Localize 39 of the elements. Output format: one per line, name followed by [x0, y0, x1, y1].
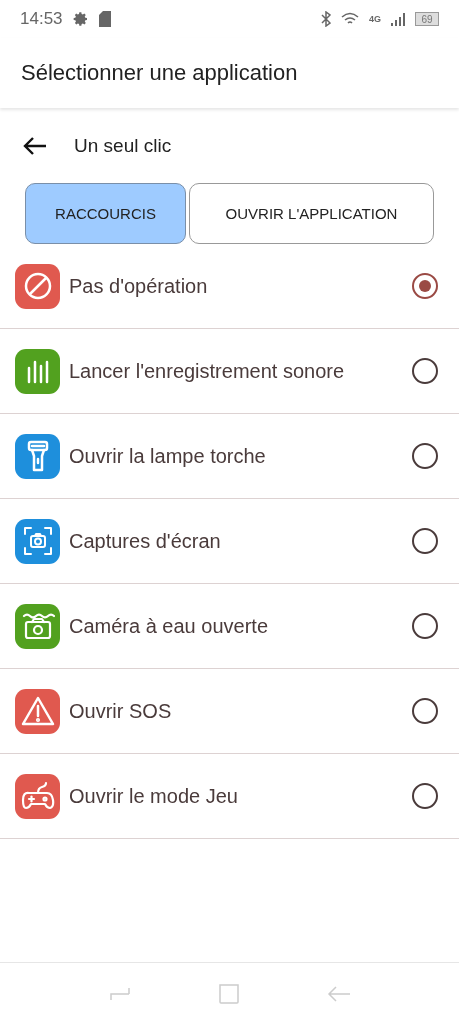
settings-icon	[72, 11, 89, 27]
radio-button[interactable]	[412, 443, 438, 469]
option-row[interactable]: Lancer l'enregistrement sonore	[0, 329, 459, 414]
network-type: 4G	[369, 14, 381, 24]
section-title: Un seul clic	[74, 134, 172, 157]
option-label: Pas d'opération	[69, 274, 209, 298]
flashlight-icon	[25, 440, 50, 472]
option-row[interactable]: Ouvrir la lampe torche	[0, 414, 459, 499]
option-label: Caméra à eau ouverte	[69, 614, 269, 638]
status-time: 14:53	[20, 9, 63, 29]
option-label: Ouvrir SOS	[69, 699, 173, 723]
signal-icon	[391, 12, 405, 26]
option-label: Captures d'écran	[69, 529, 222, 553]
option-row[interactable]: Pas d'opération	[0, 244, 459, 329]
wifi-icon	[341, 12, 359, 26]
radio-button[interactable]	[412, 613, 438, 639]
option-row[interactable]: Ouvrir SOS	[0, 669, 459, 754]
tab[interactable]: RACCOURCIS	[25, 183, 186, 244]
radio-button[interactable]	[412, 358, 438, 384]
option-label: Ouvrir la lampe torche	[69, 444, 267, 468]
gamepad-icon	[20, 780, 55, 812]
page-title: Sélectionner une application	[21, 60, 298, 86]
option-label: Lancer l'enregistrement sonore	[69, 359, 346, 383]
sim-card-icon	[98, 11, 111, 27]
forbidden-icon	[22, 271, 53, 301]
radio-button[interactable]	[412, 273, 438, 299]
screenshot-icon	[21, 525, 54, 557]
radio-button[interactable]	[412, 783, 438, 809]
warning-icon	[20, 695, 55, 727]
option-row[interactable]: Captures d'écran	[0, 499, 459, 584]
tab[interactable]: OUVRIR L'APPLICATION	[189, 183, 434, 244]
option-label: Ouvrir le mode Jeu	[69, 784, 239, 808]
bluetooth-icon	[321, 11, 331, 27]
back-arrow-icon[interactable]	[22, 135, 48, 156]
option-row[interactable]: Caméra à eau ouverte	[0, 584, 459, 669]
battery-level: 69	[415, 12, 439, 26]
option-row[interactable]: Ouvrir le mode Jeu	[0, 754, 459, 839]
radio-button[interactable]	[412, 698, 438, 724]
radio-button[interactable]	[412, 528, 438, 554]
